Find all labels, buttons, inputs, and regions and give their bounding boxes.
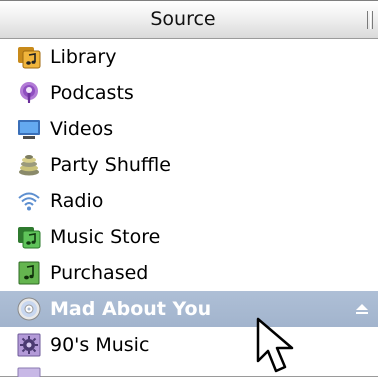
source-item-label: 90's Music — [50, 334, 150, 356]
source-item-90s-music[interactable]: 90's Music — [0, 327, 378, 363]
party-shuffle-icon — [19, 155, 39, 176]
purchased-playlist-icon — [18, 261, 40, 285]
source-item-party-shuffle[interactable]: Party Shuffle — [0, 147, 378, 183]
playlist-icon — [17, 367, 41, 377]
source-item-radio[interactable]: Radio — [0, 183, 378, 219]
source-item-podcasts[interactable]: Podcasts — [0, 75, 378, 111]
source-column-header[interactable]: Source — [0, 1, 378, 39]
source-item-library[interactable]: Library — [0, 39, 378, 75]
source-item-label: Videos — [50, 118, 114, 140]
source-item-label: Music Store — [50, 226, 161, 248]
source-item-label: Party Shuffle — [50, 154, 171, 176]
library-icon — [18, 47, 41, 69]
eject-icon[interactable] — [355, 303, 369, 315]
source-item-mad-about-you[interactable]: Mad About You — [0, 291, 378, 327]
column-resize-grip-highlight — [370, 11, 371, 29]
column-header-title: Source — [150, 8, 216, 30]
source-item-partial[interactable] — [0, 363, 378, 377]
radio-waves-icon — [18, 192, 40, 211]
source-item-label: Podcasts — [50, 82, 134, 104]
source-item-label: Mad About You — [50, 298, 212, 320]
column-resize-grip[interactable] — [367, 11, 368, 29]
source-item-label: Purchased — [50, 262, 149, 284]
cd-icon — [17, 297, 41, 321]
source-item-label: Library — [50, 46, 117, 68]
smart-playlist-gear-icon — [17, 333, 41, 357]
source-item-label: Radio — [50, 190, 104, 212]
music-store-icon — [18, 227, 41, 249]
source-panel: Source Library Podcasts Videos Party Shu… — [0, 0, 378, 377]
source-item-purchased[interactable]: Purchased — [0, 255, 378, 291]
source-item-videos[interactable]: Videos — [0, 111, 378, 147]
column-resize-grip-shadow — [372, 11, 373, 29]
source-item-music-store[interactable]: Music Store — [0, 219, 378, 255]
video-monitor-icon — [18, 120, 40, 139]
mouse-cursor-arrow — [256, 317, 294, 373]
podcast-icon — [20, 82, 38, 103]
